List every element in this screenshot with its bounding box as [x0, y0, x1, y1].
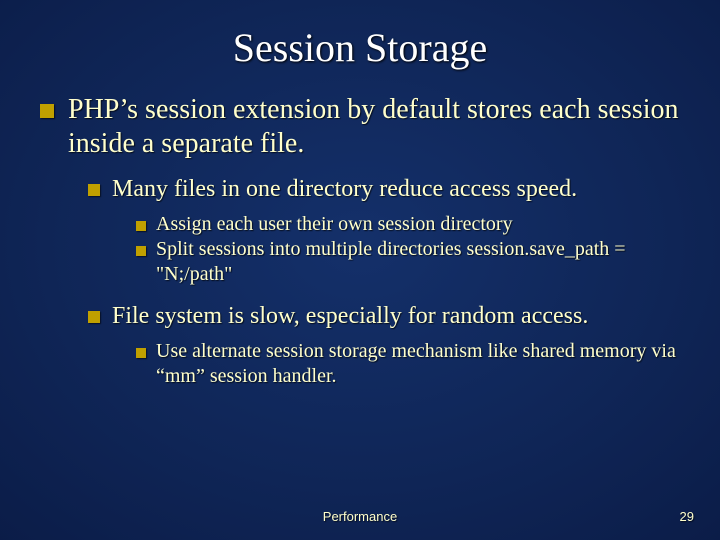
bullet-level-2: File system is slow, especially for rand… — [88, 301, 680, 331]
bullet-text: Many files in one directory reduce acces… — [112, 174, 680, 204]
bullet-level-3: Use alternate session storage mechanism … — [136, 339, 680, 389]
bullet-square-icon — [88, 311, 100, 323]
bullet-level-2: Many files in one directory reduce acces… — [88, 174, 680, 204]
bullet-square-icon — [88, 184, 100, 196]
bullet-text: File system is slow, especially for rand… — [112, 301, 680, 331]
bullet-level-1: PHP’s session extension by default store… — [40, 93, 680, 160]
slide-title: Session Storage — [40, 24, 680, 71]
bullet-square-icon — [40, 104, 54, 118]
bullet-square-icon — [136, 348, 146, 358]
footer-label: Performance — [0, 509, 720, 524]
bullet-square-icon — [136, 221, 146, 231]
bullet-square-icon — [136, 246, 146, 256]
page-number: 29 — [680, 509, 694, 524]
slide: Session Storage PHP’s session extension … — [0, 0, 720, 540]
bullet-text: PHP’s session extension by default store… — [68, 93, 680, 160]
bullet-level-3: Assign each user their own session direc… — [136, 212, 680, 237]
bullet-level-3: Split sessions into multiple directories… — [136, 237, 680, 287]
bullet-text: Split sessions into multiple directories… — [156, 237, 680, 287]
bullet-text: Use alternate session storage mechanism … — [156, 339, 680, 389]
bullet-text: Assign each user their own session direc… — [156, 212, 680, 237]
